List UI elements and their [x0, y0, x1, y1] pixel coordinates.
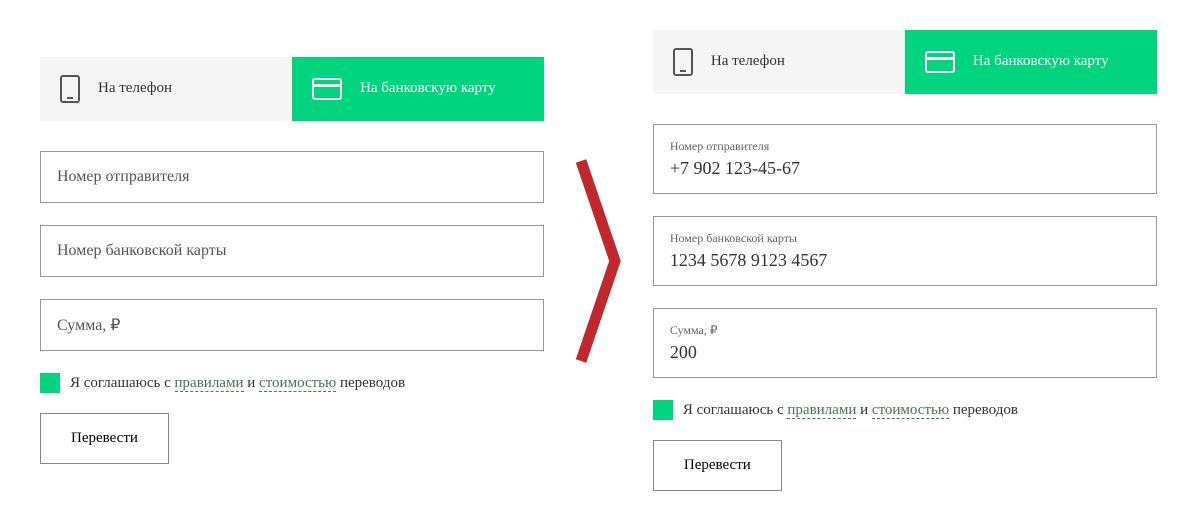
submit-button[interactable]: Перевести [40, 413, 169, 464]
tab-card[interactable]: На банковскую карту [905, 30, 1157, 94]
rules-link[interactable]: правилами [175, 375, 244, 392]
tab-card-label: На банковскую карту [973, 52, 1109, 72]
agree-checkbox[interactable] [40, 373, 60, 393]
agree-row: Я соглашаюсь с правилами и стоимостью пе… [653, 400, 1157, 420]
amount-label: Сумма, ₽ [670, 323, 1140, 338]
card-icon [312, 78, 342, 100]
phone-icon [60, 75, 80, 103]
arrow-icon [544, 151, 653, 371]
sender-field[interactable]: Номер отправителя +7 902 123-45-67 [653, 124, 1157, 194]
phone-icon [673, 48, 693, 76]
tabs: На телефон На банковскую карту [653, 30, 1157, 94]
form-left: На телефон На банковскую карту Номер отп… [40, 57, 544, 464]
sender-field[interactable]: Номер отправителя [40, 151, 544, 203]
submit-button[interactable]: Перевести [653, 440, 782, 491]
agree-checkbox[interactable] [653, 400, 673, 420]
agree-text: Я соглашаюсь с правилами и стоимостью пе… [683, 402, 1018, 419]
rules-link[interactable]: правилами [787, 402, 856, 419]
amount-placeholder: Сумма, ₽ [57, 315, 527, 335]
tab-phone-label: На телефон [711, 52, 785, 72]
amount-value: 200 [670, 342, 1140, 363]
agree-text: Я соглашаюсь с правилами и стоимостью пе… [70, 375, 405, 392]
sender-value: +7 902 123-45-67 [670, 158, 1140, 179]
agree-row: Я соглашаюсь с правилами и стоимостью пе… [40, 373, 544, 393]
form-right: На телефон На банковскую карту Номер отп… [653, 30, 1157, 491]
tab-card[interactable]: На банковскую карту [292, 57, 544, 121]
cost-link[interactable]: стоимостью [259, 375, 336, 392]
amount-field[interactable]: Сумма, ₽ [40, 299, 544, 351]
tab-phone[interactable]: На телефон [40, 57, 292, 121]
card-label: Номер банковской карты [670, 231, 1140, 246]
tabs: На телефон На банковскую карту [40, 57, 544, 121]
amount-field[interactable]: Сумма, ₽ 200 [653, 308, 1157, 378]
sender-label: Номер отправителя [670, 139, 1140, 154]
cost-link[interactable]: стоимостью [872, 402, 949, 419]
tab-card-label: На банковскую карту [360, 79, 496, 99]
card-placeholder: Номер банковской карты [57, 242, 527, 260]
card-field[interactable]: Номер банковской карты [40, 225, 544, 277]
tab-phone[interactable]: На телефон [653, 30, 905, 94]
card-field[interactable]: Номер банковской карты 1234 5678 9123 45… [653, 216, 1157, 286]
card-value: 1234 5678 9123 4567 [670, 250, 1140, 271]
card-icon [925, 51, 955, 73]
tab-phone-label: На телефон [98, 79, 172, 99]
sender-placeholder: Номер отправителя [57, 168, 527, 186]
